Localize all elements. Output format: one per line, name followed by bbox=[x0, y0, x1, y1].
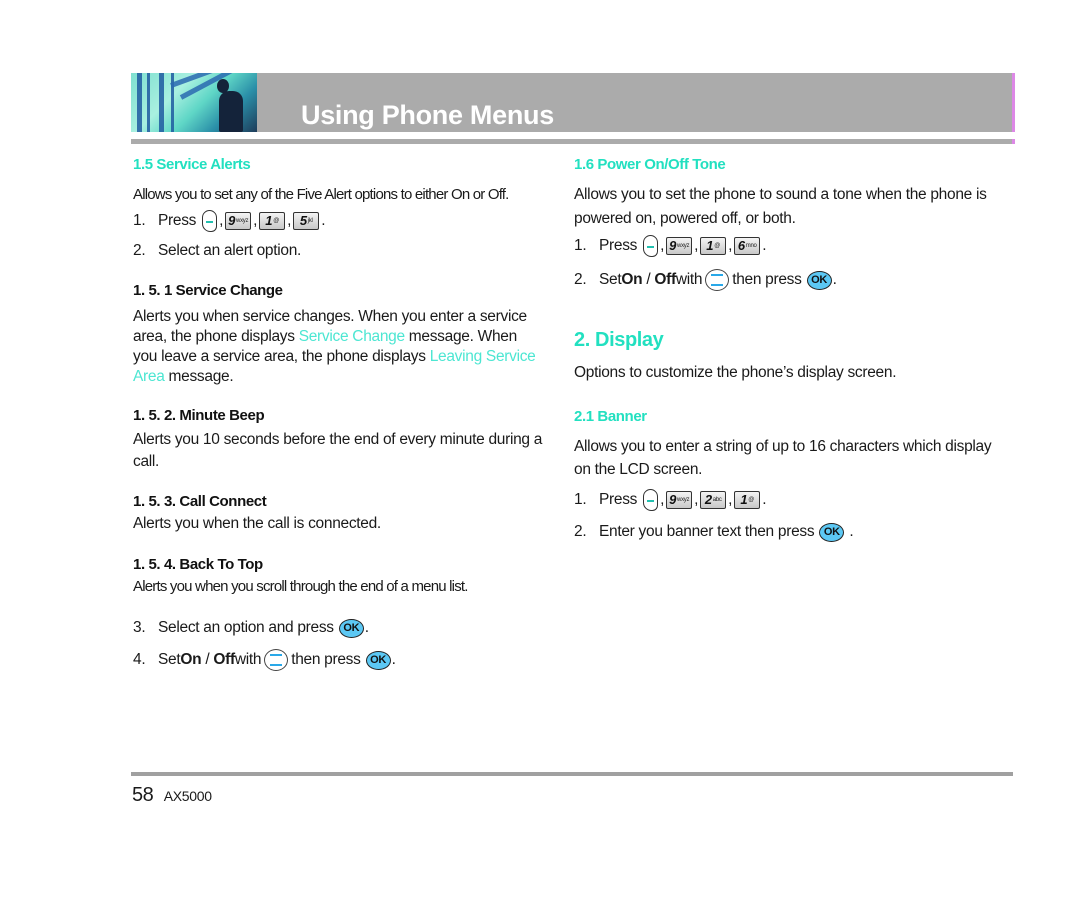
subsection-text: Alerts you when service changes. When yo… bbox=[133, 308, 536, 385]
ok-key-icon: OK bbox=[365, 650, 391, 670]
subsection-text: Alerts you when you scroll through the e… bbox=[133, 578, 468, 595]
section-heading: 1.6 Power On/Off Tone bbox=[574, 156, 726, 173]
ok-key-icon: OK bbox=[338, 618, 364, 638]
footer-divider bbox=[131, 772, 1013, 776]
header-divider bbox=[131, 139, 1015, 144]
step-item: 1. Press , 9 wxyz, 2 abc, 1 @. bbox=[574, 487, 994, 513]
subsection-heading: 1. 5. 1 Service Change bbox=[133, 282, 283, 299]
step-item: 3. Select an option and press OK. bbox=[133, 618, 369, 638]
section-heading: 2. Display bbox=[574, 329, 664, 351]
nav-updown-icon bbox=[264, 649, 289, 671]
page-number: 58 bbox=[132, 784, 154, 806]
subsection-heading: 1. 5. 4. Back To Top bbox=[133, 556, 263, 573]
subsection-heading: 1. 5. 3. Call Connect bbox=[133, 493, 267, 510]
step-item: 2. Select an alert option. bbox=[133, 242, 302, 259]
subsection-text: Alerts you when the call is connected. bbox=[133, 515, 381, 532]
left-soft-key-icon bbox=[643, 235, 659, 257]
key-2-icon: 2 abc bbox=[700, 491, 727, 509]
step-item: 4. Set On / Off with then press OK. bbox=[133, 647, 543, 673]
page-title: Using Phone Menus bbox=[301, 100, 554, 130]
key-1-icon: 1 @ bbox=[700, 237, 727, 255]
step-item: 1. Press , 9 wxyz, 1 @, 6 mno. bbox=[574, 233, 994, 259]
nav-updown-icon bbox=[705, 269, 730, 291]
subsection-heading: 1. 5. 2. Minute Beep bbox=[133, 407, 265, 424]
key-1-icon: 1 @ bbox=[259, 212, 286, 230]
section-heading: 2.1 Banner bbox=[574, 408, 647, 425]
key-9-icon: 9 wxyz bbox=[666, 237, 693, 255]
section-intro: Allows you to enter a string of up to 16… bbox=[574, 438, 992, 478]
header-accent-edge bbox=[1012, 73, 1015, 132]
key-6-icon: 6 mno bbox=[734, 237, 761, 255]
key-5-icon: 5 jkl bbox=[293, 212, 320, 230]
left-soft-key-icon bbox=[202, 210, 218, 232]
key-9-icon: 9 wxyz bbox=[666, 491, 693, 509]
section-intro: Allows you to set any of the Five Alert … bbox=[133, 186, 509, 203]
right-column: 1.6 Power On/Off Tone Allows you to set … bbox=[574, 156, 994, 545]
model-name: AX5000 bbox=[163, 788, 212, 804]
step-item: 1. Press , 9 wxyz, 1 @, 5 jkl. bbox=[133, 208, 543, 234]
key-9-icon: 9 wxyz bbox=[225, 212, 252, 230]
step-item: 2. Enter you banner text then press OK . bbox=[574, 522, 854, 542]
section-heading: 1.5 Service Alerts bbox=[133, 156, 251, 173]
highlight-term: Service Change bbox=[298, 328, 405, 345]
section-intro: Options to customize the phone’s display… bbox=[574, 364, 897, 381]
page-footer: 58 AX5000 bbox=[132, 784, 212, 807]
ok-key-icon: OK bbox=[806, 270, 832, 290]
ok-key-icon: OK bbox=[819, 522, 845, 542]
key-1-icon: 1 @ bbox=[734, 491, 761, 509]
left-soft-key-icon bbox=[643, 489, 659, 511]
header-photo bbox=[131, 73, 257, 132]
section-intro: Allows you to set the phone to sound a t… bbox=[574, 186, 987, 227]
subsection-text: Alerts you 10 seconds before the end of … bbox=[133, 431, 543, 470]
step-item: 2. Set On / Off with then press OK. bbox=[574, 267, 994, 293]
page-header: Using Phone Menus bbox=[131, 73, 1015, 132]
left-column: 1.5 Service Alerts Allows you to set any… bbox=[133, 156, 543, 673]
